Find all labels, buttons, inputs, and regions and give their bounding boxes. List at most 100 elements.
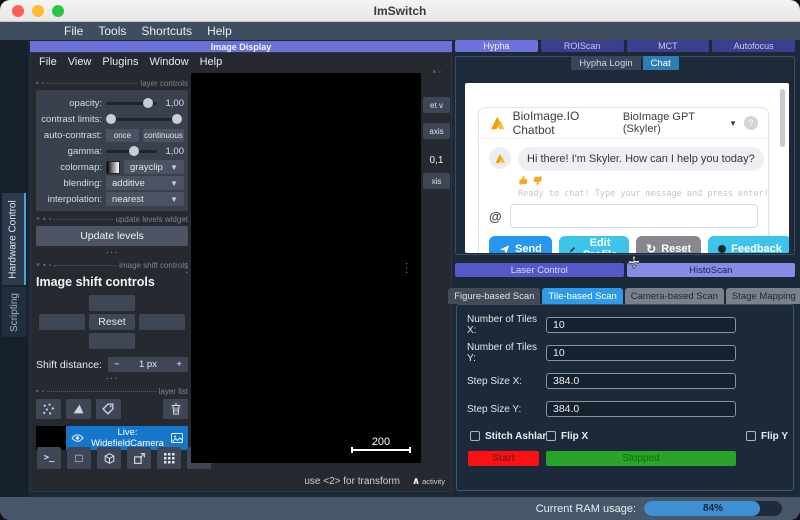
shift-right-button[interactable]	[139, 314, 185, 330]
roll-dimensions-button[interactable]	[127, 447, 151, 469]
shift-distance-stepper[interactable]: − 1 px +	[108, 357, 188, 372]
blending-select[interactable]: additive▼	[106, 176, 184, 190]
zoom-panel-icon[interactable]: ▫	[41, 80, 43, 87]
contrast-limits-slider[interactable]	[106, 114, 182, 124]
step-size-y-input[interactable]	[546, 401, 736, 417]
menu-tools[interactable]: Tools	[98, 24, 126, 38]
zoom-panel-icon[interactable]: ▫	[41, 388, 43, 395]
drag-handle-icon[interactable]: ···	[36, 375, 188, 383]
new-labels-layer-button[interactable]	[96, 399, 121, 419]
zoom-panel-icon[interactable]: ▫	[49, 216, 51, 223]
gamma-slider-handle[interactable]	[129, 146, 139, 156]
float-panel-icon[interactable]: ▪	[36, 388, 38, 395]
opacity-slider-handle[interactable]	[143, 98, 153, 108]
tiles-y-input[interactable]	[546, 345, 736, 361]
menu-shortcuts[interactable]: Shortcuts	[141, 24, 192, 38]
set-view-button[interactable]: et v	[423, 97, 450, 113]
update-levels-panel-header: × ▪ ▫ update levels widget	[36, 214, 188, 224]
gamma-row: gamma: 1,00	[40, 143, 184, 159]
shift-up-button[interactable]	[89, 295, 135, 311]
tab-figure-based-scan[interactable]: Figure-based Scan	[448, 288, 540, 304]
contrast-low-handle[interactable]	[106, 114, 116, 124]
stepper-minus-button[interactable]: −	[114, 359, 120, 370]
stitch-ashlar-checkbox[interactable]	[470, 431, 480, 441]
delete-layer-button[interactable]	[163, 399, 188, 419]
new-points-layer-button[interactable]	[36, 399, 61, 419]
viewer-menu-file[interactable]: File	[39, 56, 57, 68]
zoom-panel-icon[interactable]: ▫	[49, 262, 51, 269]
viewer-menu-window[interactable]: Window	[149, 56, 188, 68]
tab-laser-control[interactable]: Laser Control	[455, 263, 624, 277]
eye-visibility-icon[interactable]	[71, 433, 84, 443]
close-window-button[interactable]	[12, 5, 24, 17]
float-panel-icon[interactable]: ▪	[43, 262, 45, 269]
minimize-window-button[interactable]	[32, 5, 44, 17]
shift-left-button[interactable]	[39, 314, 85, 330]
image-display-header[interactable]: Image Display	[30, 41, 452, 52]
viewer-menu-help[interactable]: Help	[200, 56, 223, 68]
step-size-x-input[interactable]	[546, 373, 736, 389]
flip-y-checkbox[interactable]	[746, 431, 756, 441]
tab-stage-mapping[interactable]: Stage Mapping	[726, 288, 800, 304]
update-levels-button[interactable]: Update levels	[36, 226, 188, 246]
axis-button-2[interactable]: xis	[423, 173, 450, 189]
menu-file[interactable]: File	[64, 24, 83, 38]
chat-reset-button[interactable]: ↻ Reset	[636, 236, 701, 253]
opacity-slider[interactable]	[106, 98, 157, 108]
grid-view-button[interactable]	[157, 447, 181, 469]
ndisplay-3d-button[interactable]	[97, 447, 121, 469]
contrast-high-handle[interactable]	[172, 114, 182, 124]
console-button[interactable]: >_	[37, 447, 61, 469]
auto-contrast-once-button[interactable]: once	[106, 129, 139, 142]
help-button[interactable]: ?	[744, 116, 758, 130]
feedback-button[interactable]: Feedback	[708, 236, 789, 253]
tab-autofocus[interactable]: Autofocus	[712, 40, 795, 52]
axis-button[interactable]: axis	[423, 123, 450, 139]
thumbs-down-icon[interactable]	[532, 175, 543, 186]
splitter-handle-icon[interactable]: ···	[401, 262, 412, 275]
drag-handle-icon[interactable]: ···	[36, 249, 188, 257]
float-panel-icon[interactable]: ▪	[36, 80, 38, 87]
tiles-x-input[interactable]	[546, 317, 736, 333]
contrast-limits-row: contrast limits:	[40, 111, 184, 127]
splitter-handle-icon[interactable]: ···	[181, 262, 192, 275]
move-cursor-icon	[627, 255, 641, 269]
viewer-menu-view[interactable]: View	[68, 56, 92, 68]
menu-help[interactable]: Help	[207, 24, 232, 38]
stepper-plus-button[interactable]: +	[176, 359, 182, 370]
shift-down-button[interactable]	[89, 333, 135, 349]
tab-camera-based-scan[interactable]: Camera-based Scan	[625, 288, 724, 304]
tab-mct[interactable]: MCT	[627, 40, 710, 52]
tab-roiscan[interactable]: ROIScan	[541, 40, 624, 52]
tab-tile-based-scan[interactable]: Tile-based Scan	[542, 288, 622, 304]
viewer-canvas[interactable]: 200	[191, 73, 421, 463]
tab-hypha[interactable]: Hypha	[455, 40, 538, 52]
tab-chat[interactable]: Chat	[643, 56, 679, 70]
tab-hypha-login[interactable]: Hypha Login	[571, 56, 640, 70]
auto-contrast-continuous-button[interactable]: continuous	[143, 129, 184, 142]
tab-histoscan[interactable]: HistoScan	[627, 263, 796, 277]
zoom-window-button[interactable]	[52, 5, 64, 17]
colormap-select[interactable]: grayclip▼	[124, 160, 184, 174]
close-panel-icon[interactable]: ×	[36, 216, 40, 223]
float-panel-icon[interactable]: ▪	[43, 216, 45, 223]
ndisplay-2d-button[interactable]: □	[67, 447, 91, 469]
send-button[interactable]: Send	[489, 236, 552, 253]
flip-x-checkbox[interactable]	[546, 431, 556, 441]
thumbs-up-icon[interactable]	[518, 175, 529, 186]
new-shapes-layer-button[interactable]	[66, 399, 91, 419]
edit-profile-button[interactable]: Edit Profile	[559, 236, 629, 253]
start-button[interactable]: Start	[468, 451, 539, 466]
shift-reset-button[interactable]: Reset	[89, 314, 135, 330]
side-tab-scripting[interactable]: Scripting	[2, 287, 26, 337]
close-panel-icon[interactable]: ×	[36, 262, 40, 269]
gamma-slider[interactable]	[106, 146, 157, 156]
activity-toggle[interactable]: ∧ activity	[412, 476, 445, 487]
scan-status-button[interactable]: Stopped	[546, 451, 736, 466]
side-tab-hardware-control[interactable]: Hardware Control	[2, 193, 26, 285]
chat-input[interactable]	[510, 204, 758, 228]
model-selector[interactable]: BioImage GPT (Skyler) ▼	[623, 111, 737, 135]
scrollbar-thumb[interactable]	[780, 89, 785, 147]
interpolation-select[interactable]: nearest▼	[106, 192, 184, 206]
viewer-menu-plugins[interactable]: Plugins	[102, 56, 138, 68]
